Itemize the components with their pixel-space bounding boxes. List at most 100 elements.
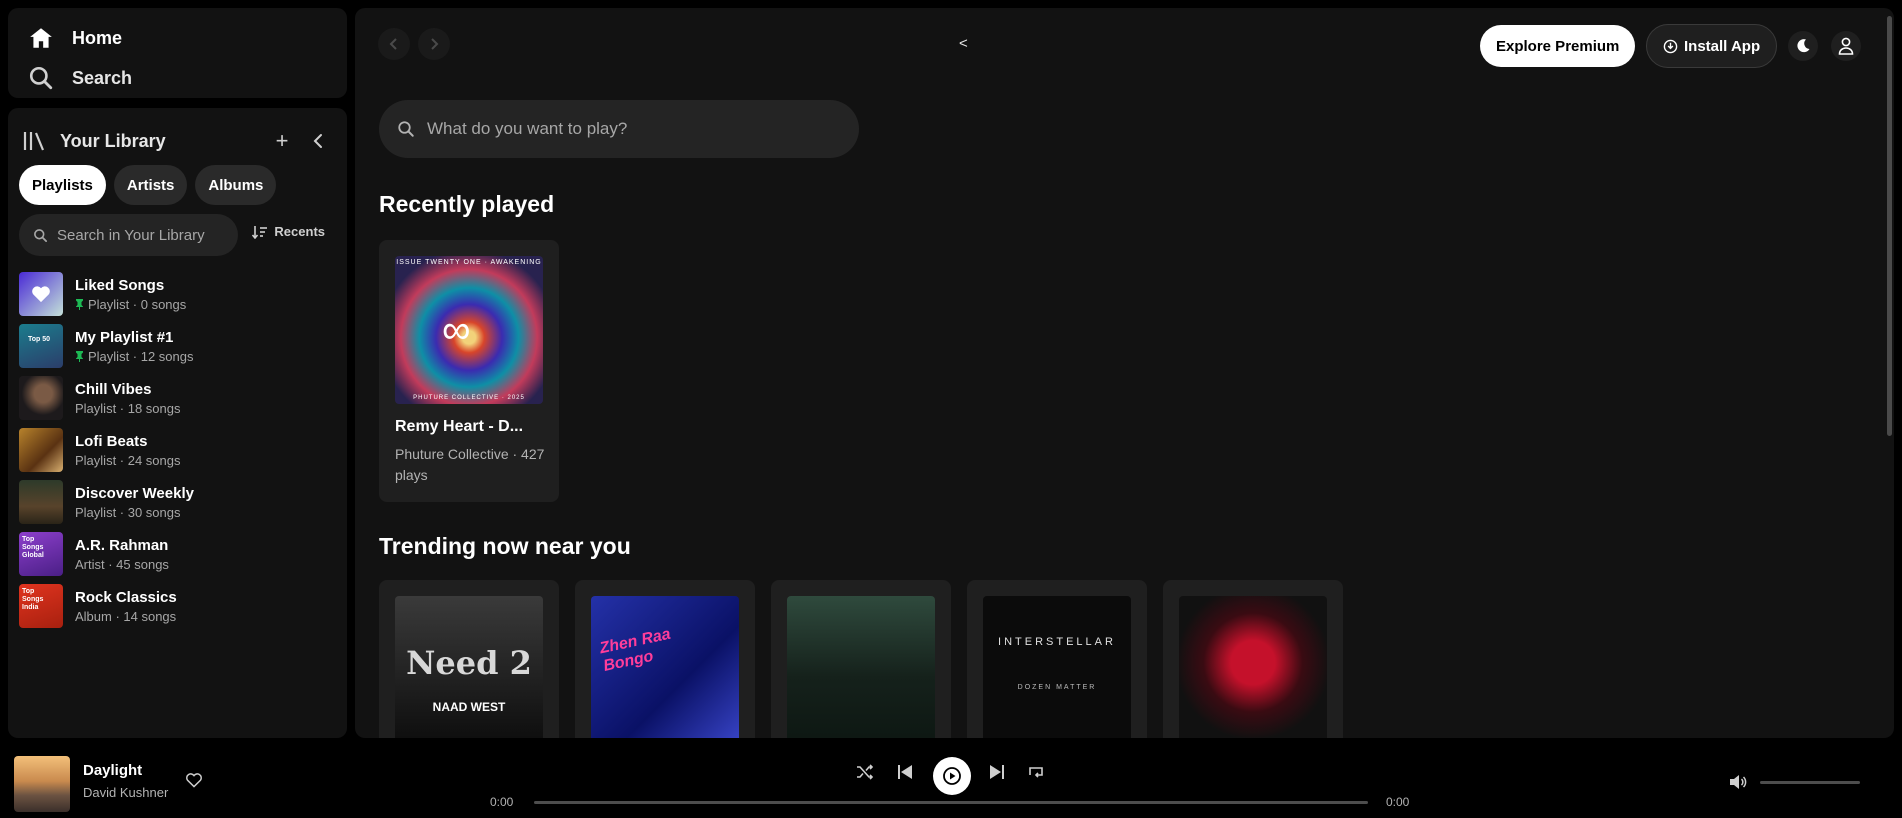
recently-played-title: Recently played <box>379 191 555 217</box>
now-playing-art <box>14 756 70 812</box>
add-icon[interactable]: + <box>267 126 297 156</box>
list-item-name: Lofi Beats <box>75 432 148 450</box>
playlist-thumb <box>19 376 63 420</box>
next-icon[interactable] <box>989 764 1005 780</box>
artist-thumb: Top Songs Global <box>19 532 63 576</box>
main-search-input[interactable]: What do you want to play? <box>379 100 859 158</box>
forward-button[interactable] <box>418 28 450 60</box>
library-search-placeholder: Search in Your Library <box>57 226 205 244</box>
list-item-name: Discover Weekly <box>75 484 194 502</box>
now-playing-artist[interactable]: David Kushner <box>83 785 168 800</box>
list-item-name: My Playlist #1 <box>75 328 174 346</box>
list-item-meta: Playlist · 30 songs <box>75 504 181 520</box>
download-icon <box>1663 39 1678 53</box>
list-item[interactable]: Top Songs Global A.R. Rahman Artist · 45… <box>19 528 339 580</box>
main-content: < Explore Premium Install App What do yo… <box>355 8 1894 738</box>
recent-card-subtitle: Phuture Collective · 427 plays <box>395 446 545 483</box>
sort-label: Recents <box>274 224 325 239</box>
list-item[interactable]: Liked Songs Playlist · 0 songs <box>19 268 339 320</box>
pin-icon <box>76 298 83 310</box>
install-app-button[interactable]: Install App <box>1646 24 1778 68</box>
liked-songs-thumb <box>19 272 63 316</box>
trending-card[interactable] <box>771 580 951 738</box>
chevron-right-icon <box>431 38 439 50</box>
library-list: Liked Songs Playlist · 0 songs Top 50 My… <box>19 268 339 632</box>
nav-search[interactable]: Search <box>28 58 327 98</box>
list-item[interactable]: Discover Weekly Playlist · 30 songs <box>19 476 339 528</box>
infinity-icon: ∞ <box>442 308 471 352</box>
moon-icon <box>1797 39 1810 53</box>
list-item-meta: Artist · 45 songs <box>75 556 169 572</box>
art-artist: NAAD WEST <box>432 700 506 714</box>
heart-outline-icon[interactable] <box>185 772 203 788</box>
library-filter-chips: Playlists Artists Albums <box>19 165 277 205</box>
now-playing-title[interactable]: Daylight <box>83 762 142 779</box>
list-item-name: Chill Vibes <box>75 380 152 398</box>
theme-toggle[interactable] <box>1788 31 1818 61</box>
main-scrollbar[interactable] <box>1887 16 1892 436</box>
install-app-label: Install App <box>1684 37 1761 55</box>
list-item-meta: Playlist · 12 songs <box>88 348 194 364</box>
list-item-meta: Album · 14 songs <box>75 608 177 624</box>
collapse-toggle[interactable]: < <box>959 35 968 52</box>
list-item[interactable]: Chill Vibes Playlist · 18 songs <box>19 372 339 424</box>
player-bar: Daylight David Kushner 0:00 0:00 <box>0 746 1902 818</box>
trending-card[interactable]: Zhen Raa Bongo <box>575 580 755 738</box>
chip-artists[interactable]: Artists <box>113 165 188 205</box>
list-item[interactable]: Lofi Beats Playlist · 24 songs <box>19 424 339 476</box>
trending-card-art: Zhen Raa Bongo <box>591 596 739 738</box>
user-icon <box>1838 37 1854 55</box>
nav-home-label: Home <box>72 27 123 48</box>
main-search-placeholder: What do you want to play? <box>427 119 628 138</box>
recent-card[interactable]: ISSUE TWENTY ONE · AWAKENING ∞ PHUTURE C… <box>379 240 559 502</box>
playlist-thumb <box>19 428 63 472</box>
list-item[interactable]: Top Songs India Rock Classics Album · 14… <box>19 580 339 632</box>
sort-icon <box>252 225 268 239</box>
art-top-text: ISSUE TWENTY ONE · AWAKENING <box>396 259 542 266</box>
back-button[interactable] <box>378 28 410 60</box>
search-icon <box>34 228 47 242</box>
home-icon <box>30 28 52 48</box>
chip-albums[interactable]: Albums <box>195 165 277 205</box>
progress-bar[interactable] <box>534 801 1368 804</box>
repeat-icon[interactable] <box>1027 764 1045 780</box>
trending-card-art: Need 2 NAAD WEST <box>395 596 543 738</box>
duration-time: 0:00 <box>1386 795 1410 809</box>
playlist-thumb <box>19 480 63 524</box>
sort-recents-button[interactable]: Recents <box>252 224 325 239</box>
library-header: Your Library + <box>22 126 333 156</box>
chip-playlists[interactable]: Playlists <box>19 165 106 205</box>
library-panel: Your Library + Playlists Artists Albums … <box>8 108 347 738</box>
library-icon[interactable] <box>22 129 48 153</box>
art-title: INTERSTELLAR <box>998 636 1116 648</box>
library-search-input[interactable]: Search in Your Library <box>19 214 238 256</box>
elapsed-time: 0:00 <box>490 795 514 809</box>
album-thumb: Top Songs India <box>19 584 63 628</box>
shuffle-icon[interactable] <box>856 764 874 780</box>
trending-card[interactable]: Need 2 NAAD WEST <box>379 580 559 738</box>
volume-icon[interactable] <box>1729 774 1747 790</box>
heart-icon <box>32 286 50 303</box>
playlist-thumb: Top 50 <box>19 324 63 368</box>
trending-card-art: INTERSTELLAR DOZEN MATTER <box>983 596 1131 738</box>
trending-card[interactable] <box>1163 580 1343 738</box>
play-button[interactable] <box>933 757 971 795</box>
trending-card[interactable]: INTERSTELLAR DOZEN MATTER <box>967 580 1147 738</box>
recent-card-title: Remy Heart - D... <box>395 418 524 435</box>
thumb-label: Top Songs India <box>22 588 44 611</box>
thumb-label: Top Songs Global <box>22 536 44 559</box>
list-item-meta: Playlist · 0 songs <box>88 296 187 312</box>
chevron-left-icon <box>389 38 397 50</box>
explore-premium-button[interactable]: Explore Premium <box>1480 25 1636 67</box>
profile-button[interactable] <box>1831 31 1861 61</box>
recent-card-art: ISSUE TWENTY ONE · AWAKENING ∞ PHUTURE C… <box>395 256 543 404</box>
volume-slider[interactable] <box>1760 781 1860 784</box>
list-item[interactable]: Top 50 My Playlist #1 Playlist · 12 song… <box>19 320 339 372</box>
art-title: Need 2 <box>406 644 532 682</box>
previous-icon[interactable] <box>897 764 913 780</box>
collapse-library-icon[interactable] <box>303 126 333 156</box>
trending-card-art <box>1179 596 1327 738</box>
library-title: Your Library <box>60 130 166 151</box>
nav-home[interactable]: Home <box>28 18 327 58</box>
pin-icon <box>76 350 83 362</box>
